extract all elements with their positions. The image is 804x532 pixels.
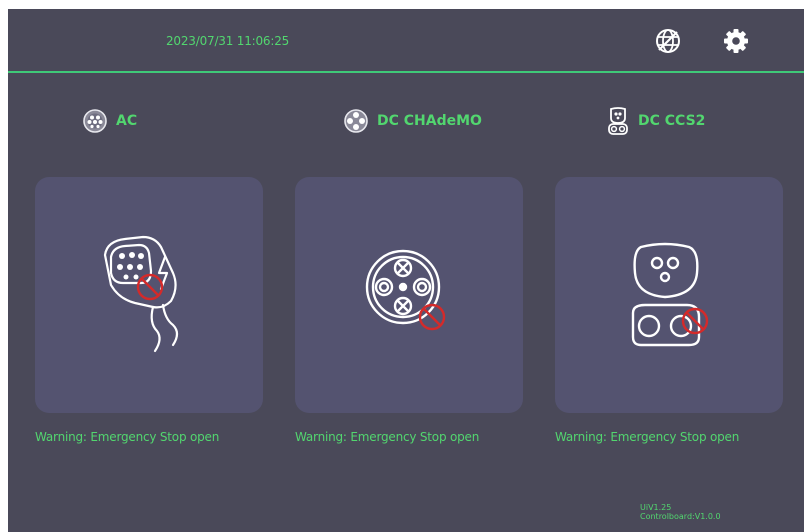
gear-icon[interactable] <box>721 26 751 56</box>
connector-card-chademo[interactable] <box>295 177 523 413</box>
warning-text-chademo: Warning: Emergency Stop open <box>295 430 480 444</box>
chademo-plug-icon <box>365 249 446 331</box>
chademo-plug-icon <box>344 109 368 133</box>
charger-screen: 2023/07/31 11:06:25 AC DC CHAdeMO DC CCS… <box>8 9 804 532</box>
connector-card-ccs2[interactable] <box>555 177 783 413</box>
connector-title-label: AC <box>116 113 138 129</box>
datetime-display: 2023/07/31 11:06:25 <box>166 34 290 48</box>
version-info: UiV1.25 Controlboard:V1.0.0 <box>640 503 721 521</box>
header-divider <box>8 71 804 73</box>
ccs2-plug-icon <box>608 107 628 135</box>
network-globe-icon[interactable] <box>653 26 683 56</box>
warning-text-ccs2: Warning: Emergency Stop open <box>555 430 740 444</box>
connector-title-ccs2: DC CCS2 <box>606 104 705 138</box>
ui-version: UiV1.25 <box>640 503 672 512</box>
connector-title-chademo: DC CHAdeMO <box>343 104 482 138</box>
connector-title-label: DC CCS2 <box>638 113 706 129</box>
ac-plug-icon <box>83 109 107 133</box>
connector-title-label: DC CHAdeMO <box>377 113 482 129</box>
ac-plug-icon <box>103 235 179 353</box>
connector-card-ac[interactable] <box>35 177 263 413</box>
header-bar: 2023/07/31 11:06:25 <box>8 9 804 71</box>
ccs2-plug-icon <box>631 242 709 347</box>
warning-text-ac: Warning: Emergency Stop open <box>35 430 220 444</box>
controlboard-version: Controlboard:V1.0.0 <box>640 512 721 521</box>
connector-title-ac: AC <box>82 104 137 138</box>
